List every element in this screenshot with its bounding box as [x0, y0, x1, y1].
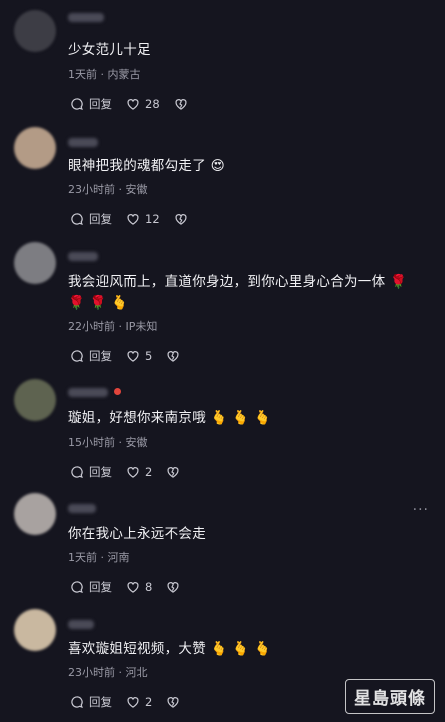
reply-button[interactable]: 回复 [70, 348, 112, 364]
dislike-button[interactable] [166, 580, 180, 594]
reply-label: 回复 [89, 349, 112, 363]
dislike-button[interactable] [174, 212, 188, 226]
heart-icon [127, 582, 139, 593]
comment-meta: 23小时前 · 河北 [68, 666, 148, 679]
avatar[interactable] [14, 493, 56, 535]
comment-text: 少女范儿十足 [68, 42, 151, 58]
broken-heart-icon [167, 582, 179, 593]
comment-text: 眼神把我的魂都勾走了 😍 [68, 158, 225, 174]
heart-icon [127, 351, 139, 362]
like-button[interactable]: 2 [126, 695, 152, 709]
comment-actions: 回复 8 [70, 579, 180, 595]
reply-button[interactable]: 回复 [70, 211, 112, 227]
reply-label: 回复 [89, 465, 112, 479]
heart-icon [127, 467, 139, 478]
comment-actions: 回复 12 [70, 211, 188, 227]
like-button[interactable]: 8 [126, 580, 152, 594]
like-button[interactable]: 12 [126, 212, 160, 226]
comment-actions: 回复 2 [70, 464, 180, 480]
avatar[interactable] [14, 127, 56, 169]
dislike-button[interactable] [166, 695, 180, 709]
comment-actions: 回复 2 [70, 694, 180, 710]
reply-button[interactable]: 回复 [70, 464, 112, 480]
avatar[interactable] [14, 10, 56, 52]
broken-heart-icon [167, 351, 179, 362]
comment-text: 喜欢璇姐短视频，大赞 🫰 🫰 🫰 [68, 641, 272, 657]
watermark-logo: 星島頭條 [345, 679, 435, 714]
like-count: 12 [145, 212, 160, 226]
reply-button[interactable]: 回复 [70, 694, 112, 710]
reply-icon [71, 350, 83, 362]
reply-label: 回复 [89, 580, 112, 594]
comment-meta: 22小时前 · IP未知 [68, 320, 158, 333]
reply-button[interactable]: 回复 [70, 579, 112, 595]
dislike-button[interactable] [174, 97, 188, 111]
avatar[interactable] [14, 379, 56, 421]
username-blurred[interactable] [68, 504, 96, 513]
comment-text: 你在我心上永远不会走 [68, 526, 206, 542]
broken-heart-icon [175, 214, 187, 225]
reply-icon [71, 581, 83, 593]
reply-icon [71, 213, 83, 225]
comment-meta: 1天前 · 河南 [68, 551, 130, 564]
dislike-button[interactable] [166, 349, 180, 363]
reply-label: 回复 [89, 695, 112, 709]
reply-label: 回复 [89, 97, 112, 111]
username-blurred[interactable] [68, 13, 104, 22]
broken-heart-icon [167, 467, 179, 478]
comment-text: 我会迎风而上，直道你身边，到你心里身心合为一体 🌹 🌹 🌹 🫰 [68, 274, 408, 311]
badge-icon [114, 388, 121, 395]
like-count: 2 [145, 465, 153, 479]
broken-heart-icon [175, 99, 187, 110]
reply-icon [71, 696, 83, 708]
like-count: 5 [145, 349, 153, 363]
more-options-icon[interactable]: ··· [413, 502, 429, 518]
avatar[interactable] [14, 609, 56, 651]
heart-icon [127, 697, 139, 708]
reply-icon [71, 98, 83, 110]
username-blurred[interactable] [68, 388, 108, 397]
heart-icon [127, 99, 139, 110]
comment-actions: 回复 5 [70, 348, 180, 364]
comment-meta: 1天前 · 内蒙古 [68, 68, 141, 81]
comment-meta: 23小时前 · 安徽 [68, 183, 148, 196]
reply-button[interactable]: 回复 [70, 96, 112, 112]
like-count: 8 [145, 580, 153, 594]
like-button[interactable]: 5 [126, 349, 152, 363]
like-count: 2 [145, 695, 153, 709]
like-button[interactable]: 28 [126, 97, 160, 111]
like-button[interactable]: 2 [126, 465, 152, 479]
username-blurred[interactable] [68, 138, 98, 147]
dislike-button[interactable] [166, 465, 180, 479]
comment-meta: 15小时前 · 安徽 [68, 436, 148, 449]
heart-icon [127, 214, 139, 225]
username-blurred[interactable] [68, 620, 94, 629]
reply-icon [71, 466, 83, 478]
comment-text: 璇姐，好想你来南京哦 🫰 🫰 🫰 [68, 410, 272, 426]
broken-heart-icon [167, 697, 179, 708]
reply-label: 回复 [89, 212, 112, 226]
comment-actions: 回复 28 [70, 96, 188, 112]
avatar[interactable] [14, 242, 56, 284]
username-blurred[interactable] [68, 252, 98, 261]
like-count: 28 [145, 97, 160, 111]
